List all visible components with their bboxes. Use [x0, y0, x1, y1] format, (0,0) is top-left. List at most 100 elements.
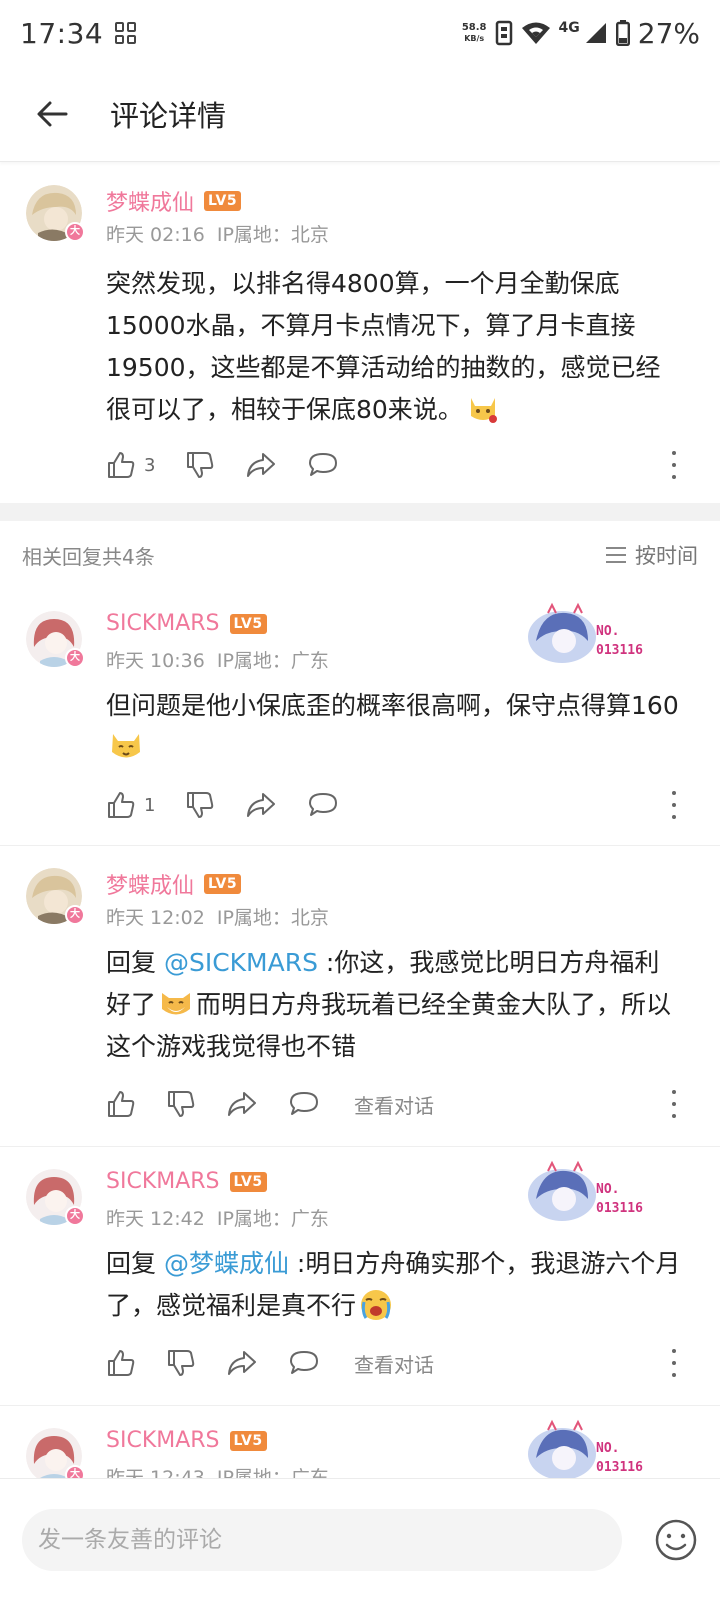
avatar[interactable]: 大: [26, 1169, 85, 1226]
pendant-number: 013116: [596, 643, 643, 658]
comment-meta: 昨天 12:42 IP属地：广东: [106, 1204, 335, 1231]
mention-link[interactable]: @SICKMARS: [164, 948, 318, 977]
share-icon: [228, 1092, 256, 1116]
more-button[interactable]: [662, 451, 686, 479]
net-speed: 58.8 KB/s: [462, 22, 487, 44]
pendant-number: 013116: [596, 1201, 643, 1216]
share-icon: [228, 1351, 256, 1375]
reply-button[interactable]: [307, 790, 339, 820]
reply-prefix: 回复: [106, 1249, 164, 1278]
comment-icon: [290, 1351, 318, 1374]
cat-rose-emoji-icon: [470, 398, 497, 423]
battery-percent: 27%: [637, 16, 700, 50]
sort-button[interactable]: 按时间: [605, 540, 698, 570]
dislike-button[interactable]: [185, 450, 215, 480]
wifi-icon: [521, 22, 550, 44]
comment-text: 突然发现，以排名得4800算，一个月全勤保底15000水晶，不算月卡点情况下，算…: [106, 263, 684, 431]
username[interactable]: SICKMARS: [106, 1428, 220, 1453]
main-comment: 大 梦蝶成仙 LV5 昨天 02:16 IP属地：北京 突然发现，以排名得480…: [0, 163, 720, 503]
pendant-no: NO.: [596, 624, 619, 639]
like-button[interactable]: [106, 1348, 136, 1378]
comment-composer: [0, 1478, 720, 1600]
share-icon: [247, 793, 276, 817]
fan-pendant: NO. 013116: [528, 1160, 643, 1221]
reply-button[interactable]: [288, 1348, 320, 1378]
reply-button[interactable]: [288, 1089, 320, 1119]
level-badge: LV5: [229, 1430, 267, 1451]
level-badge: LV5: [229, 613, 267, 634]
like-count: 1: [144, 794, 156, 816]
replies-header: 相关回复共4条 按时间: [0, 521, 720, 589]
share-button[interactable]: [226, 1348, 258, 1378]
fan-pendant: NO. 013116: [528, 602, 643, 663]
comment-actions: 查看对话: [106, 1084, 686, 1124]
share-button[interactable]: [245, 790, 277, 820]
reply-button[interactable]: [307, 450, 339, 480]
avatar[interactable]: 大: [26, 185, 85, 242]
like-button[interactable]: 1: [106, 790, 155, 820]
user-line: SICKMARS LV5: [106, 611, 267, 636]
view-conversation-link[interactable]: 查看对话: [354, 1349, 434, 1378]
vibrate-icon: [495, 20, 512, 46]
comment-icon: [290, 1092, 318, 1115]
page-title: 评论详情: [110, 98, 227, 133]
pendant-no: NO.: [596, 1182, 619, 1197]
cat-emoji-icon: [112, 734, 140, 758]
ip-location: IP属地：北京: [216, 907, 329, 929]
comment-time: 昨天 12:42: [106, 1208, 205, 1230]
comment-text: 回复 @SICKMARS :你这，我感觉比明日方舟福利好了 而明日方舟我玩着已经全…: [106, 942, 684, 1068]
more-button[interactable]: [662, 1349, 686, 1377]
comment-meta: 昨天 02:16 IP属地：北京: [106, 220, 335, 247]
username[interactable]: SICKMARS: [106, 1169, 220, 1194]
comment-text-content: 但问题是他小保底歪的概率很高啊，保守点得算160: [106, 691, 679, 720]
avatar[interactable]: 大: [26, 611, 85, 668]
more-button[interactable]: [662, 791, 686, 819]
avatar[interactable]: 大: [26, 1428, 85, 1485]
share-button[interactable]: [245, 450, 277, 480]
like-icon: [108, 452, 135, 478]
like-button[interactable]: [106, 1089, 136, 1119]
back-button[interactable]: [22, 84, 82, 144]
like-button[interactable]: 3: [106, 450, 155, 480]
level-badge: LV5: [229, 1171, 267, 1192]
share-button[interactable]: [226, 1089, 258, 1119]
comment-input[interactable]: [22, 1508, 622, 1571]
emoji-icon[interactable]: [654, 1518, 698, 1562]
dislike-button[interactable]: [166, 1348, 196, 1378]
username[interactable]: 梦蝶成仙: [106, 868, 194, 900]
status-indicators: 58.8 KB/s 4G 27%: [462, 17, 700, 50]
user-line: SICKMARS LV5: [106, 1428, 267, 1453]
pendant-number: 013116: [596, 1460, 643, 1475]
reply-item: 大 梦蝶成仙 LV5 昨天 12:02 IP属地：北京 回复 @SICKMARS…: [0, 846, 720, 1146]
fan-pendant: NO. 013116: [528, 1419, 643, 1480]
dislike-button[interactable]: [166, 1089, 196, 1119]
net-speed-unit: KB/s: [464, 34, 485, 43]
username[interactable]: SICKMARS: [106, 611, 220, 636]
sort-icon: [606, 547, 626, 563]
avatar[interactable]: 大: [26, 868, 85, 925]
dislike-icon: [168, 1091, 195, 1117]
dislike-button[interactable]: [185, 790, 215, 820]
dog-emoji-icon: [162, 993, 191, 1015]
like-icon: [108, 1350, 135, 1376]
level-badge: LV5: [204, 191, 242, 211]
dislike-icon: [187, 452, 214, 478]
ip-location: IP属地：北京: [216, 224, 329, 246]
avatar-badge: 大: [65, 648, 85, 668]
view-conversation-link[interactable]: 查看对话: [354, 1090, 434, 1119]
battery-icon: [615, 20, 630, 46]
dislike-icon: [187, 792, 214, 818]
reply-item: 大 SICKMARS LV5 昨天 12:42 IP属地：广东 NO. 0131…: [0, 1147, 720, 1405]
share-icon: [247, 453, 276, 477]
reply-count-label: 相关回复共4条: [22, 544, 155, 569]
more-button[interactable]: [662, 1090, 686, 1118]
comment-icon: [309, 453, 338, 476]
mention-link[interactable]: @梦蝶成仙: [164, 1249, 289, 1278]
level-badge: LV5: [204, 874, 242, 894]
reply-item: 大 SICKMARS LV5 昨天 10:36 IP属地：广东 NO. 0131…: [0, 589, 720, 845]
grid-icon: [115, 22, 137, 44]
username[interactable]: 梦蝶成仙: [106, 185, 194, 217]
back-arrow-icon: [37, 101, 68, 126]
reply-prefix: 回复: [106, 948, 164, 977]
avatar-badge: 大: [65, 222, 85, 242]
